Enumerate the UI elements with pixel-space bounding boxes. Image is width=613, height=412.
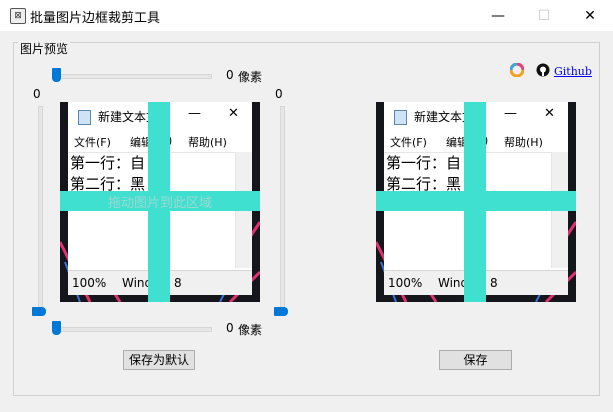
status-zoom: 100% [72, 276, 107, 290]
minimize-icon: — [188, 106, 201, 121]
drop-hint: 拖动图片到此区域 [107, 196, 212, 211]
top-crop-slider[interactable] [52, 66, 212, 86]
save-button[interactable]: 保存 [439, 350, 512, 370]
slider-track [52, 327, 212, 332]
crop-app-icon: ⊠ [10, 8, 26, 24]
right-crop-slider[interactable] [272, 106, 292, 316]
minimize-icon: — [504, 106, 517, 121]
slider-track [52, 74, 212, 79]
slider-thumb[interactable] [52, 68, 61, 82]
right-crop-value: 0 [275, 87, 283, 101]
status-os-tail: 8 [174, 276, 182, 290]
top-crop-unit: 像素 [238, 70, 263, 84]
menu-help: 帮助(H) [188, 136, 227, 149]
bottom-crop-value: 0 [226, 321, 234, 335]
source-preview-drop-area[interactable]: 新建文本文 — ✕ 文件(F) 编辑( ) 帮助(H) 第一行：自 第二行：黑 … [60, 102, 260, 302]
left-crop-value: 0 [33, 87, 41, 101]
maximize-button: ☐ [537, 7, 551, 24]
slider-thumb[interactable] [274, 307, 288, 316]
menu-help: 帮助(H) [504, 136, 543, 149]
bottom-crop-slider[interactable] [52, 319, 212, 339]
notepad-icon [78, 110, 91, 125]
close-icon: ✕ [228, 106, 239, 121]
preview-group-label: 图片预览 [18, 40, 71, 57]
color-wheel-icon[interactable] [509, 62, 525, 80]
crosshair-horizontal [376, 191, 576, 211]
title-bar: ⊠ 批量图片边框裁剪工具 — ☐ ✕ [0, 0, 613, 31]
slider-thumb[interactable] [52, 321, 61, 335]
status-zoom: 100% [388, 276, 423, 290]
close-icon: ✕ [544, 106, 555, 121]
slider-track [38, 106, 43, 316]
left-crop-slider[interactable] [30, 106, 50, 316]
top-crop-value: 0 [226, 68, 234, 82]
bottom-crop-unit: 像素 [238, 323, 263, 337]
github-icon[interactable] [536, 63, 550, 80]
github-link[interactable]: Github [554, 65, 592, 78]
slider-thumb[interactable] [32, 307, 46, 316]
minimize-button[interactable]: — [475, 0, 521, 31]
window-title: 批量图片边框裁剪工具 [30, 11, 161, 26]
save-as-default-button[interactable]: 保存为默认 [123, 350, 195, 370]
slider-track [280, 106, 285, 316]
menu-file: 文件(F) [390, 136, 427, 149]
result-preview: 新建文本文 — ✕ 文件(F) 编辑( ) 帮助(H) 第一行：自 第二行：黑 … [376, 102, 576, 302]
close-button[interactable]: ✕ [567, 0, 613, 31]
menu-file: 文件(F) [74, 136, 111, 149]
notepad-icon [394, 110, 407, 125]
status-os-tail: 8 [490, 276, 498, 290]
